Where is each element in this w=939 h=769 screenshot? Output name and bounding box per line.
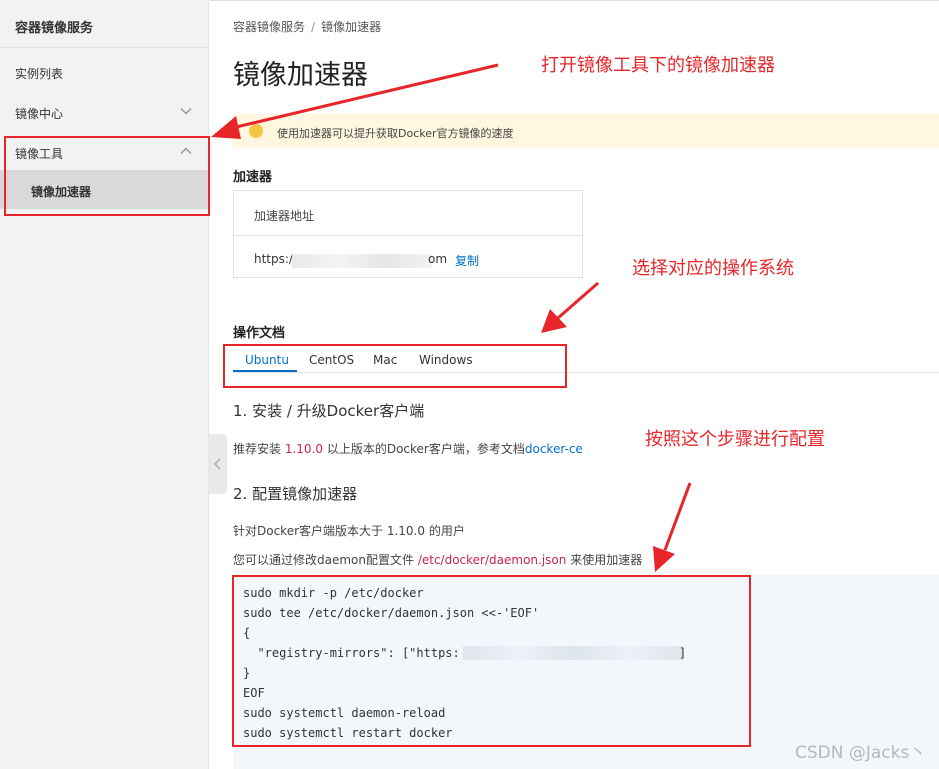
annotation-text-2: 选择对应的操作系统 bbox=[632, 258, 794, 279]
step2-line2: 您可以通过修改daemon配置文件 /etc/docker/daemon.jso… bbox=[233, 551, 642, 568]
sidebar-item-instances[interactable]: 实例列表 bbox=[0, 52, 209, 92]
breadcrumb: 容器镜像服务 / 镜像加速器 bbox=[233, 18, 381, 35]
daemon-json-path: /etc/docker/daemon.json bbox=[417, 553, 567, 567]
sidebar-title: 容器镜像服务 bbox=[0, 0, 209, 48]
step2-line2-a: 您可以通过修改daemon配置文件 bbox=[233, 553, 414, 567]
annotation-text-3: 按照这个步骤进行配置 bbox=[645, 429, 825, 450]
sidebar-item-label: 镜像中心 bbox=[15, 107, 64, 121]
annotation-arrow-2 bbox=[541, 281, 599, 333]
docker-ce-link[interactable]: docker-ce bbox=[525, 442, 583, 456]
accelerator-url-prefix: https:// bbox=[254, 252, 298, 266]
annotation-arrow-3 bbox=[653, 482, 692, 572]
annotation-text-1: 打开镜像工具下的镜像加速器 bbox=[541, 55, 775, 76]
step1-text-b: 以上版本的Docker客户端，参考文档 bbox=[326, 442, 525, 456]
breadcrumb-separator: / bbox=[311, 20, 316, 34]
step2-title: 2. 配置镜像加速器 bbox=[233, 485, 358, 503]
breadcrumb-current: 镜像加速器 bbox=[321, 20, 382, 34]
docs-section-label: 操作文档 bbox=[233, 326, 286, 341]
sidebar: 容器镜像服务 实例列表 镜像中心 镜像工具 镜像加速器 bbox=[0, 0, 209, 769]
redacted-url bbox=[292, 254, 432, 268]
accelerator-header: 加速器地址 bbox=[234, 191, 582, 236]
chevron-left-icon bbox=[213, 458, 221, 470]
top-divider bbox=[210, 0, 939, 1]
annotation-box-tabs bbox=[223, 344, 567, 388]
breadcrumb-root[interactable]: 容器镜像服务 bbox=[233, 20, 305, 34]
info-icon bbox=[249, 124, 263, 138]
annotation-box-code bbox=[232, 575, 751, 747]
accelerator-section-label: 加速器 bbox=[233, 170, 273, 185]
step1-text-a: 推荐安装 bbox=[233, 442, 282, 456]
page-title: 镜像加速器 bbox=[233, 60, 368, 91]
sidebar-collapse-handle[interactable] bbox=[209, 434, 227, 494]
watermark: CSDN @Jacks丶 bbox=[795, 743, 927, 763]
copy-button[interactable]: 复制 bbox=[455, 252, 479, 269]
accelerator-url-suffix: om bbox=[428, 252, 448, 266]
accelerator-card: 加速器地址 https:// om 复制 bbox=[233, 190, 583, 278]
step1-title: 1. 安装 / 升级Docker客户端 bbox=[233, 402, 425, 420]
step2-line1: 针对Docker客户端版本大于 1.10.0 的用户 bbox=[233, 524, 465, 538]
notice-text: 使用加速器可以提升获取Docker官方镜像的速度 bbox=[277, 127, 514, 140]
info-notice: 使用加速器可以提升获取Docker官方镜像的速度 bbox=[233, 114, 939, 148]
sidebar-item-image-center[interactable]: 镜像中心 bbox=[0, 92, 209, 132]
annotation-box-sidebar bbox=[4, 136, 210, 216]
step2-line2-b: 来使用加速器 bbox=[570, 553, 643, 567]
sidebar-item-label: 实例列表 bbox=[15, 67, 64, 81]
step1-version: 1.10.0 bbox=[284, 442, 324, 456]
step1-text: 推荐安装 1.10.0 以上版本的Docker客户端，参考文档docker-ce bbox=[233, 440, 583, 457]
chevron-down-icon bbox=[180, 107, 192, 115]
